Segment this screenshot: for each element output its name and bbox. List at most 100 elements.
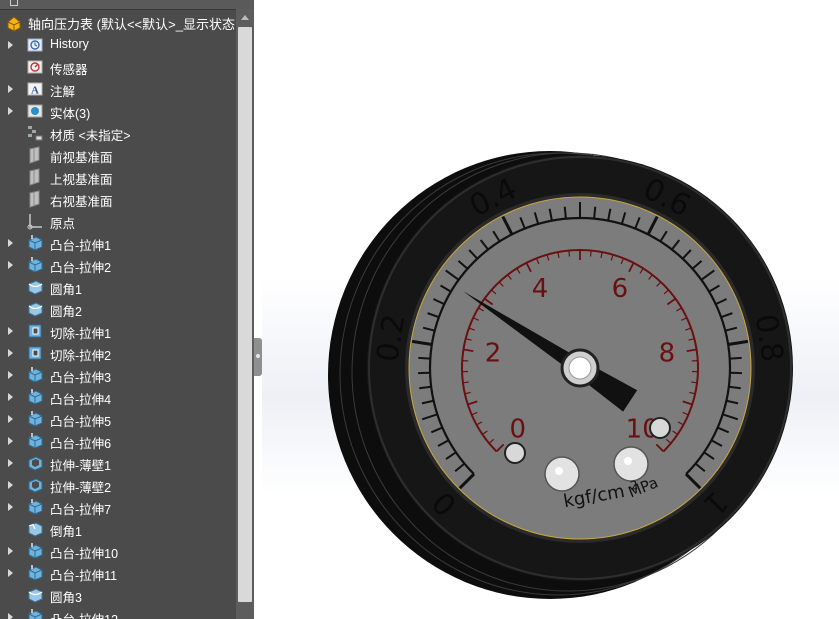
inner-scale-label: 2: [485, 339, 502, 369]
tree-item-label: 原点: [50, 217, 76, 231]
plane-icon: [29, 146, 40, 164]
expand-arrow-icon[interactable]: [8, 349, 13, 357]
splitter-collapse-handle[interactable]: [254, 338, 262, 376]
tree-item-label: 圆角3: [50, 591, 82, 605]
inner-scale-tick: [568, 250, 571, 257]
plane-icon: [29, 190, 40, 208]
boss-extrude-icon: [28, 411, 43, 427]
fillet-icon: [28, 588, 43, 603]
tree-item[interactable]: 凸台-拉伸2: [0, 254, 236, 276]
outer-scale-label: 0.8: [748, 312, 790, 365]
expand-arrow-icon[interactable]: [8, 327, 13, 335]
outer-scale-tick: [418, 356, 431, 360]
plane-icon: [29, 168, 40, 186]
tree-root-part[interactable]: 轴向压力表 (默认<<默认>_显示状态 1: [0, 12, 236, 34]
expand-arrow-icon[interactable]: [8, 261, 13, 269]
tree-item[interactable]: A 注解: [0, 78, 236, 100]
tree-item[interactable]: 凸台-拉伸6: [0, 430, 236, 452]
tree-item-label: 传感器: [50, 63, 88, 77]
mounting-screw: [544, 456, 580, 492]
tree-item[interactable]: 右视基准面: [0, 188, 236, 210]
expand-arrow-icon[interactable]: [8, 569, 13, 577]
inner-scale-label: 6: [612, 274, 629, 304]
boss-extrude-icon: [28, 499, 43, 515]
tree-toolbar-strip: [0, 0, 254, 10]
outer-scale-label: 0.2: [370, 312, 412, 365]
expand-arrow-icon[interactable]: [8, 415, 13, 423]
expand-arrow-icon[interactable]: [8, 107, 13, 115]
material-icon: [28, 126, 43, 141]
tree-item[interactable]: 圆角3: [0, 584, 236, 606]
graphics-viewport[interactable]: 0 0.2 0.4 0.6 0.8 1 0 2 4 6 8 10 kgf/cm 2 MPa: [262, 0, 839, 619]
tree-item-label: 倒角1: [50, 525, 82, 539]
annotation-icon: A: [27, 82, 43, 97]
tree-item-label: 凸台-拉伸5: [50, 415, 112, 429]
sensor-icon: [27, 60, 43, 74]
tree-item[interactable]: 拉伸-薄壁2: [0, 474, 236, 496]
expand-arrow-icon[interactable]: [8, 41, 13, 49]
inner-scale-label: 8: [659, 339, 676, 369]
expand-arrow-icon[interactable]: [8, 393, 13, 401]
screw-highlight: [624, 457, 632, 465]
inner-scale-tick: [691, 381, 698, 384]
tree-item-label: 拉伸-薄壁1: [50, 459, 112, 473]
tree-item[interactable]: 凸台-拉伸1: [0, 232, 236, 254]
tree-item[interactable]: 切除-拉伸1: [0, 320, 236, 342]
expand-arrow-icon[interactable]: [8, 85, 13, 93]
tree-item[interactable]: 材质 <未指定>: [0, 122, 236, 144]
tree-item[interactable]: 凸台-拉伸5: [0, 408, 236, 430]
tree-item[interactable]: 传感器: [0, 56, 236, 78]
outer-scale-tick: [593, 206, 597, 219]
expand-arrow-icon[interactable]: [8, 503, 13, 511]
panel-splitter[interactable]: [254, 0, 262, 619]
expand-arrow-icon[interactable]: [8, 481, 13, 489]
expand-arrow-icon[interactable]: [8, 239, 13, 247]
tree-item-label: 凸台-拉伸6: [50, 437, 112, 451]
tree-item[interactable]: 凸台-拉伸7: [0, 496, 236, 518]
tree-item-label: 凸台-拉伸2: [50, 261, 112, 275]
tree-item-label: 拉伸-薄壁2: [50, 481, 112, 495]
tree-item-label: 凸台-拉伸7: [50, 503, 112, 517]
tree-item[interactable]: 圆角1: [0, 276, 236, 298]
tree-item[interactable]: 凸台-拉伸3: [0, 364, 236, 386]
tree-item-label: 实体(3): [50, 107, 91, 121]
tree-item[interactable]: 圆角2: [0, 298, 236, 320]
boss-extrude-icon: [28, 565, 43, 581]
tree-item[interactable]: 凸台-拉伸4: [0, 386, 236, 408]
tree-item[interactable]: 凸台-拉伸11: [0, 562, 236, 584]
tree-item-label: 凸台-拉伸1: [50, 239, 112, 253]
tree-item[interactable]: 凸台-拉伸10: [0, 540, 236, 562]
boss-extrude-icon: [28, 609, 43, 619]
tree-item-label: 切除-拉伸2: [50, 349, 112, 363]
scroll-up-button[interactable]: [236, 9, 254, 26]
expand-arrow-icon[interactable]: [8, 371, 13, 379]
tree-item-label: 圆角2: [50, 305, 82, 319]
filter-handle-icon[interactable]: [10, 0, 18, 6]
tree-root-label: 轴向压力表 (默认<<默认>_显示状态 1: [28, 16, 236, 32]
tree-item-label: 注解: [50, 85, 76, 99]
needle-hub-cap: [568, 356, 592, 380]
tree-item[interactable]: 实体(3): [0, 100, 236, 122]
tree-item[interactable]: History: [0, 34, 236, 56]
thin-extrude-icon: [28, 478, 43, 493]
expand-arrow-icon[interactable]: [8, 547, 13, 555]
expand-arrow-icon[interactable]: [8, 613, 13, 619]
tree-item[interactable]: 原点: [0, 210, 236, 232]
tree-item-label: 材质 <未指定>: [50, 129, 131, 143]
tree-item[interactable]: 拉伸-薄壁1: [0, 452, 236, 474]
boss-extrude-icon: [28, 235, 43, 251]
tree-item-label: 前视基准面: [50, 151, 113, 165]
scroll-thumb[interactable]: [238, 27, 252, 602]
tree-scrollbar[interactable]: [236, 9, 254, 619]
tree-item[interactable]: 凸台-拉伸12: [0, 606, 236, 619]
expand-arrow-icon[interactable]: [8, 459, 13, 467]
boss-extrude-icon: [28, 389, 43, 405]
tree-item[interactable]: 上视基准面: [0, 166, 236, 188]
expand-arrow-icon[interactable]: [8, 437, 13, 445]
feature-tree-panel: 轴向压力表 (默认<<默认>_显示状态 1 History 传感器 A 注解实体(3)…: [0, 0, 255, 619]
tree-item[interactable]: 切除-拉伸2: [0, 342, 236, 364]
tree-item[interactable]: 倒角1: [0, 518, 236, 540]
tree-item[interactable]: 前视基准面: [0, 144, 236, 166]
mounting-screw: [613, 446, 649, 482]
inner-scale-label: 4: [532, 274, 549, 304]
